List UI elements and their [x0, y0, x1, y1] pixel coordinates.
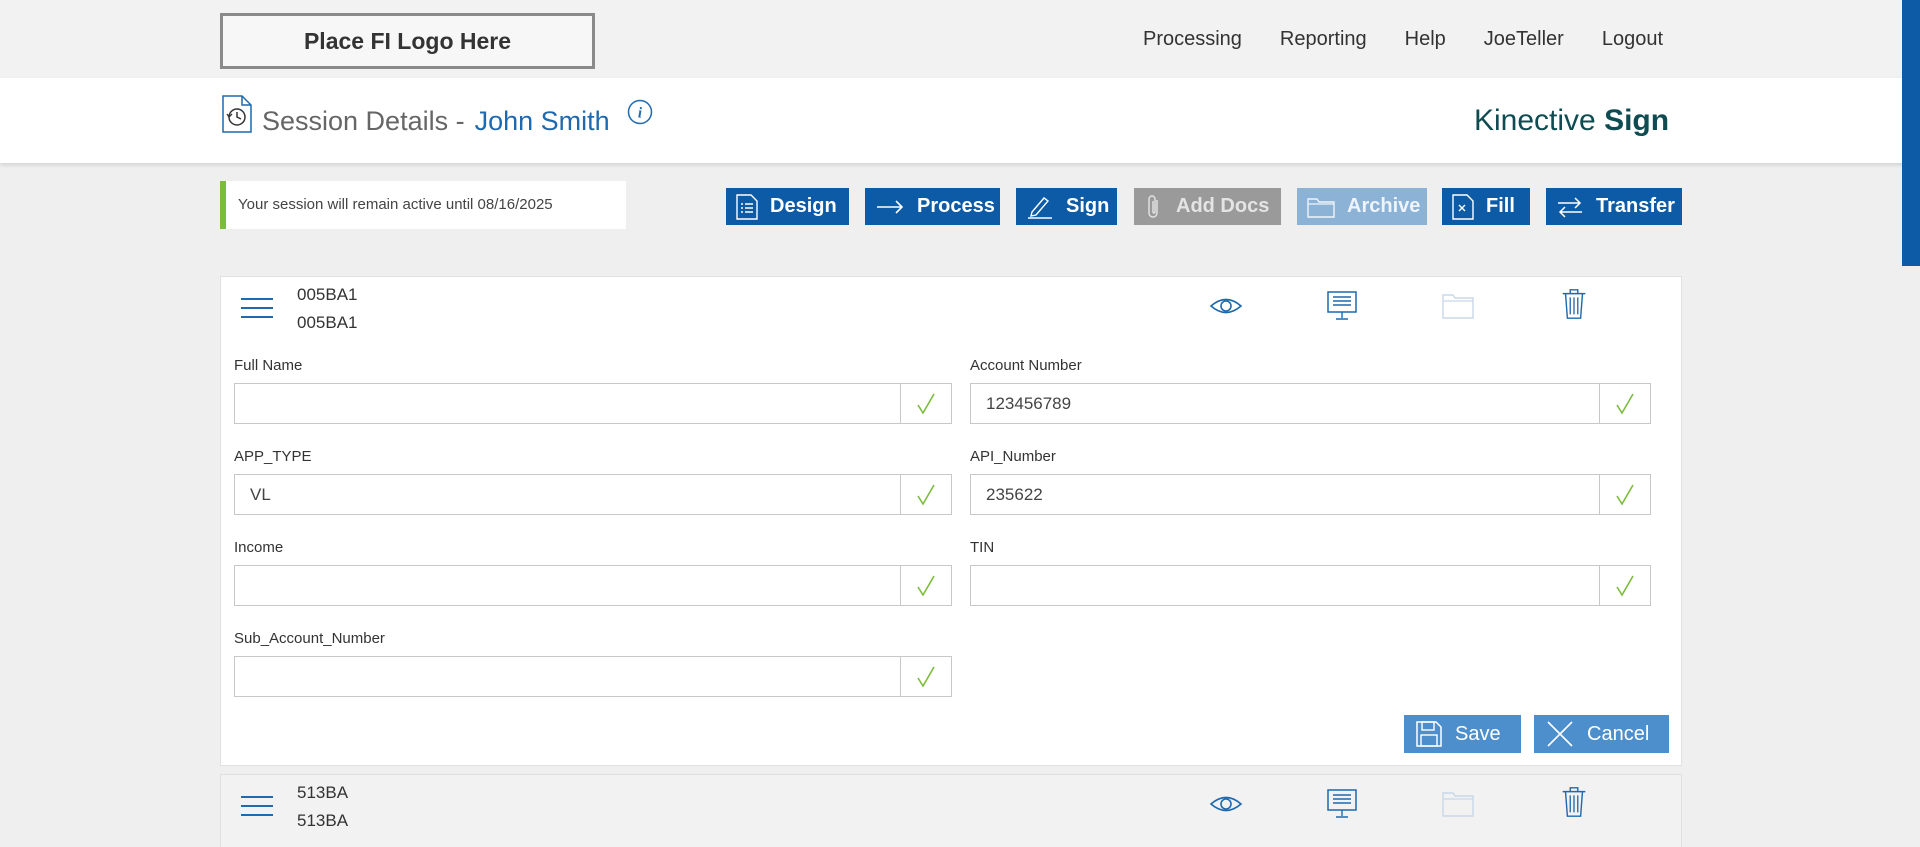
- check-icon: [917, 484, 935, 506]
- eye-icon[interactable]: [1209, 289, 1243, 323]
- income-input[interactable]: [235, 566, 900, 605]
- fill-label: Fill: [1486, 195, 1515, 217]
- fi-logo-placeholder: Place FI Logo Here: [220, 13, 595, 69]
- sign-button[interactable]: Sign: [1016, 188, 1117, 225]
- close-icon: [1547, 721, 1573, 747]
- brand-bold: Sign: [1604, 104, 1670, 137]
- hamburger-icon[interactable]: [241, 298, 273, 320]
- page-header: Session Details - John Smith i Kinective …: [0, 78, 1920, 163]
- transfer-icon: [1558, 196, 1582, 218]
- fill-button[interactable]: Fill: [1442, 188, 1530, 225]
- folder-icon: [1442, 792, 1474, 817]
- income-field: Income: [234, 539, 952, 606]
- app-type-input[interactable]: [235, 475, 900, 514]
- nav-reporting[interactable]: Reporting: [1280, 28, 1367, 51]
- check-icon: [917, 393, 935, 415]
- page-title-label: Session Details -: [262, 106, 465, 136]
- nav-user[interactable]: JoeTeller: [1484, 28, 1564, 51]
- tin-label: TIN: [970, 539, 995, 556]
- app-type-label: APP_TYPE: [234, 448, 312, 465]
- design-icon: [736, 193, 758, 220]
- sub-account-number-label: Sub_Account_Number: [234, 630, 385, 647]
- document-code: 005BA1 005BA1: [297, 281, 358, 337]
- page-title: Session Details - John Smith: [262, 106, 610, 137]
- account-number-label: Account Number: [970, 357, 1082, 374]
- nav-processing[interactable]: Processing: [1143, 28, 1242, 51]
- fill-doc-icon: [1452, 193, 1474, 220]
- check-icon: [1616, 393, 1634, 415]
- trash-icon[interactable]: [1557, 287, 1591, 321]
- save-icon: [1416, 721, 1442, 747]
- add-docs-button[interactable]: Add Docs: [1134, 188, 1281, 225]
- trash-icon[interactable]: [1557, 785, 1591, 819]
- cancel-label: Cancel: [1587, 722, 1650, 745]
- check-icon: [1616, 575, 1634, 597]
- check-icon: [917, 575, 935, 597]
- nav-help[interactable]: Help: [1405, 28, 1446, 51]
- main-nav: Processing Reporting Help JoeTeller Logo…: [1105, 28, 1663, 51]
- save-label: Save: [1455, 722, 1501, 745]
- top-bar: Place FI Logo Here Processing Reporting …: [0, 0, 1920, 78]
- history-doc-icon: [222, 95, 252, 133]
- design-button[interactable]: Design: [726, 188, 849, 225]
- scrollbar-thumb[interactable]: [1902, 0, 1920, 266]
- arrow-right-icon: [877, 199, 904, 214]
- nav-logout[interactable]: Logout: [1602, 28, 1663, 51]
- income-label: Income: [234, 539, 284, 556]
- sub-account-number-field: Sub_Account_Number: [234, 630, 952, 697]
- monitor-icon[interactable]: [1325, 289, 1359, 323]
- process-label: Process: [917, 195, 995, 217]
- document-code-line1: 005BA1: [297, 285, 358, 304]
- eye-icon[interactable]: [1209, 787, 1243, 821]
- full-name-input[interactable]: [235, 384, 900, 423]
- transfer-label: Transfer: [1596, 195, 1675, 217]
- folder-icon: [1442, 294, 1474, 319]
- api-number-field: API_Number: [970, 448, 1651, 515]
- add-docs-label: Add Docs: [1176, 195, 1270, 217]
- account-number-field: Account Number: [970, 357, 1651, 424]
- document-code: 513BA 513BA: [297, 779, 348, 835]
- app-type-field: APP_TYPE: [234, 448, 952, 515]
- sub-account-number-input[interactable]: [235, 657, 900, 696]
- api-number-label: API_Number: [970, 448, 1056, 465]
- pen-icon: [1028, 196, 1052, 219]
- document-card: 513BA 513BA: [220, 774, 1682, 847]
- monitor-icon[interactable]: [1325, 787, 1359, 821]
- full-name-field: Full Name: [234, 357, 952, 424]
- transfer-button[interactable]: Transfer: [1546, 188, 1682, 225]
- tin-field: TIN: [970, 539, 1651, 606]
- archive-label: Archive: [1347, 195, 1421, 217]
- save-button[interactable]: Save: [1404, 715, 1521, 753]
- check-icon: [917, 666, 935, 688]
- paperclip-icon: [1148, 194, 1158, 218]
- design-label: Design: [770, 195, 837, 217]
- document-card: 005BA1 005BA1 Full Name APP_TYPE Income: [220, 276, 1682, 766]
- folder-icon: [1307, 197, 1335, 218]
- check-icon: [1616, 484, 1634, 506]
- brand-logo: Kinective Sign: [1474, 104, 1669, 138]
- document-code-line2: 513BA: [297, 811, 349, 830]
- sign-label: Sign: [1066, 195, 1110, 217]
- customer-name: John Smith: [474, 106, 610, 136]
- full-name-label: Full Name: [234, 357, 303, 374]
- brand-regular: Kinective: [1474, 104, 1596, 137]
- process-button[interactable]: Process: [865, 188, 1000, 225]
- document-code-line1: 513BA: [297, 783, 349, 802]
- api-number-input[interactable]: [971, 475, 1599, 514]
- tin-input[interactable]: [971, 566, 1599, 605]
- session-notice: Your session will remain active until 08…: [220, 181, 626, 229]
- archive-button[interactable]: Archive: [1297, 188, 1427, 225]
- info-icon[interactable]: i: [627, 99, 653, 125]
- document-code-line2: 005BA1: [297, 313, 358, 332]
- cancel-button[interactable]: Cancel: [1534, 715, 1669, 753]
- account-number-input[interactable]: [971, 384, 1599, 423]
- hamburger-icon[interactable]: [241, 796, 273, 818]
